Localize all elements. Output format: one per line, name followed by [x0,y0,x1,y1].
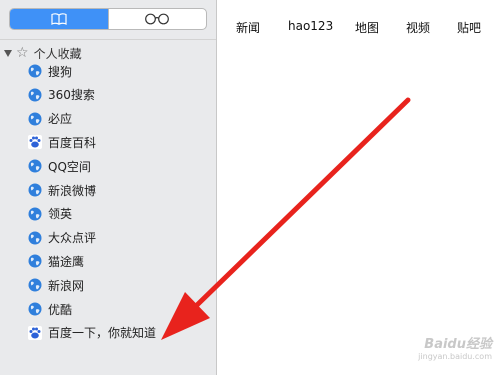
globe-icon [28,88,42,102]
sidebar: ☆ 个人收藏 搜狗 360搜索必应百度百科 QQ空间新浪微博领英大众点评猫途鹰新浪网… [0,0,217,375]
nav-link[interactable]: 贴吧 [457,19,481,36]
favorite-item[interactable]: 360搜索 [28,85,95,105]
baidu-jingyan-watermark: Baidu经验 jingyan.baidu.com [392,333,492,365]
globe-icon [28,254,42,268]
favorite-item[interactable]: 新浪网 [28,275,84,295]
baidu-paw-icon [28,325,42,340]
globe-icon [28,159,42,173]
favorite-item[interactable]: 领英 [28,204,72,224]
favorite-item-label: 猫途鹰 [48,254,85,269]
top-navigation: 新闻 hao123 地图 视频 贴吧 [218,10,500,40]
favorite-item-label: 新浪微博 [48,183,97,198]
favorite-item[interactable]: 优酷 [28,299,72,319]
favorite-item-label: 领英 [48,207,73,222]
globe-icon [28,231,42,245]
nav-link[interactable]: 新闻 [236,19,260,36]
watermark-url: jingyan.baidu.com [418,352,492,361]
favorite-item-label: 百度百科 [48,135,97,150]
favorite-item-label: QQ空间 [48,159,91,174]
globe-icon [28,112,42,126]
favorite-item[interactable]: 大众点评 [28,228,96,248]
watermark-logo: Baidu经验 [424,337,492,352]
favorite-item-label: 优酷 [48,302,73,317]
favorite-item-label: 大众点评 [48,231,97,246]
book-icon [51,13,67,25]
favorites-section-title: 个人收藏 [33,46,82,61]
favorite-item-label: 360搜索 [48,88,95,103]
sidebar-segmented-control [9,8,207,30]
glasses-icon [145,13,170,25]
nav-link[interactable]: hao123 [288,19,333,33]
nav-link[interactable]: 地图 [355,19,379,36]
nav-link[interactable]: 视频 [406,19,430,36]
globe-icon [28,302,42,316]
star-icon: ☆ [16,45,29,61]
favorite-item[interactable]: QQ空间 [28,156,91,176]
baidu-paw-icon [28,135,42,150]
globe-icon [28,207,42,221]
favorite-item-label: 新浪网 [48,278,85,293]
disclosure-triangle-icon[interactable] [4,49,12,57]
favorite-item[interactable]: 搜狗 [28,61,72,81]
tab-bookmarks[interactable] [10,9,108,29]
favorite-item-label: 必应 [48,112,73,127]
favorite-item[interactable]: 必应 [28,109,72,129]
favorites-section-header[interactable]: ☆ 个人收藏 [4,43,82,63]
favorite-item[interactable]: 猫途鹰 [28,251,84,271]
favorite-item[interactable]: 新浪微博 [28,180,96,200]
globe-icon [28,64,42,78]
globe-icon [28,278,42,292]
favorite-item[interactable]: 百度一下，你就知道 [28,323,156,343]
tab-reading-list[interactable] [107,9,207,29]
favorite-item[interactable]: 百度百科 [28,132,96,152]
favorite-item-label: 搜狗 [48,64,73,79]
sidebar-divider [0,39,216,40]
favorites-list: 搜狗 360搜索必应百度百科 QQ空间新浪微博领英大众点评猫途鹰新浪网优酷百度一下，… [28,61,213,375]
globe-icon [28,183,42,197]
favorite-item-label: 百度一下，你就知道 [48,326,157,341]
